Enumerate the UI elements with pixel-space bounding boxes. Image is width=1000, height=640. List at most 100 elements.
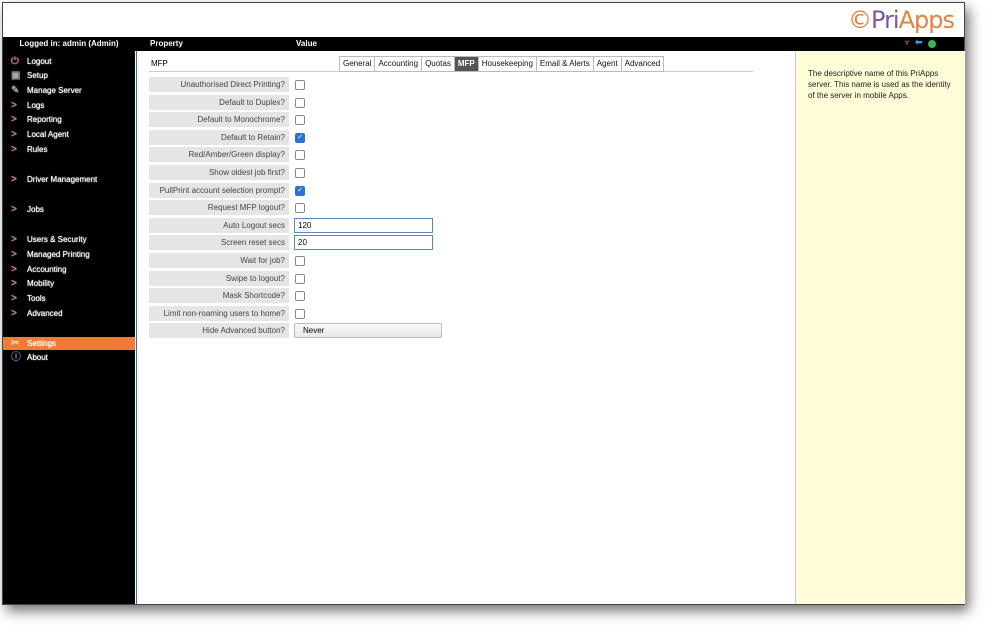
sidebar: Logged in: admin (Admin) ⏻ Logout ▣ Setup ✎ M… [3,37,135,604]
section-title: MFP [151,59,168,68]
sidebar-item-accounting[interactable]: > Accounting [3,263,135,276]
setting-label: PullPrint account selection prompt? [149,182,289,198]
sidebar-item-label: Rules [27,145,48,154]
tab-quotas[interactable]: Quotas [421,56,454,72]
setting-label: Swipe to logout? [149,270,289,286]
chevron-right-icon: > [11,100,17,111]
setting-label: Show oldest job first? [149,165,289,180]
tab-housekeeping[interactable]: Housekeeping [477,56,536,72]
sidebar-item-logout[interactable]: ⏻ Logout [3,55,135,68]
property-column-header: Property [150,39,183,48]
tab-advanced[interactable]: Advanced [620,56,665,72]
setting-select[interactable]: Never [294,323,442,339]
sidebar-item-setup[interactable]: ▣ Setup [3,69,135,82]
chevron-right-icon: > [11,234,17,245]
power-icon: ⏻ [11,56,19,67]
sidebar-item-about[interactable]: ⓘ About [3,351,135,364]
setting-checkbox[interactable] [295,256,305,266]
sidebar-item-label: Reporting [27,115,62,124]
chevron-right-icon: > [11,278,17,289]
sidebar-item-users-security[interactable]: > Users & Security [3,233,135,246]
setting-label: Default to Duplex? [149,94,289,110]
sidebar-item-label: Managed Printing [27,250,90,259]
sidebar-item-local-agent[interactable]: > Local Agent [3,128,135,141]
setting-label: Red/Amber/Green display? [149,147,289,163]
setting-label: Unauthorised Direct Printing? [149,77,289,92]
sidebar-item-label: Settings [27,339,56,348]
tab-accounting[interactable]: Accounting [374,56,422,72]
sidebar-item-label: Driver Management [27,175,98,184]
setting-label: Request MFP logout? [149,200,289,216]
sidebar-item-label: Advanced [27,309,63,318]
sidebar-item-logs[interactable]: > Logs [3,99,135,112]
help-text: The descriptive name of this PriApps ser… [808,69,951,100]
header: ©PriApps [3,3,964,37]
sidebar-item-label: Accounting [27,265,67,274]
sidebar-item-label: Logout [27,57,52,66]
collapse-icon[interactable]: ▿ [905,38,909,47]
setting-label: Limit non-roaming users to home? [149,305,289,321]
status-ok-icon [928,40,936,48]
sidebar-item-mobility[interactable]: > Mobility [3,277,135,290]
edit-icon: ✎ [11,85,20,96]
setting-input[interactable]: 120 [294,217,433,233]
tab-general[interactable]: General [339,56,375,72]
logged-in-label: Logged in: admin (Admin) [19,39,119,48]
setting-checkbox[interactable] [295,168,305,178]
priapps-logo: ©PriApps [848,6,955,34]
sidebar-item-label: Local Agent [27,130,69,139]
chevron-right-icon: > [11,264,17,275]
sidebar-item-label: Logs [27,101,45,110]
sidebar-item-manage-server[interactable]: ✎ Manage Server [3,84,135,97]
tab-email-alerts[interactable]: Email & Alerts [535,56,593,72]
sidebar-item-driver-management[interactable]: > Driver Management [3,173,135,186]
setting-label: Wait for job? [149,253,289,268]
sidebar-item-jobs[interactable]: > Jobs [3,203,135,216]
value-column-header: Value [296,39,317,48]
setting-label: Mask Shortcode? [149,288,289,304]
setting-label: Default to Retain? [149,129,289,145]
setting-checkbox[interactable] [295,115,305,126]
sidebar-item-label: Jobs [27,205,44,214]
sidebar-item-advanced[interactable]: > Advanced [3,307,135,320]
chevron-right-icon: > [11,293,17,304]
setting-label: Default to Monochrome? [149,112,289,128]
tab-agent[interactable]: Agent [592,56,621,72]
setting-checkbox[interactable]: ✓ [295,185,305,196]
help-panel: The descriptive name of this PriApps ser… [795,51,965,604]
setting-label: Auto Logout secs [149,217,289,233]
sidebar-item-label: Setup [27,71,48,80]
sidebar-item-reporting[interactable]: > Reporting [3,113,135,126]
sidebar-item-label: Users & Security [27,235,87,244]
info-icon: ⓘ [11,352,21,363]
sidebar-item-label: Manage Server [27,86,82,95]
sidebar-item-tools[interactable]: > Tools [3,292,135,305]
column-header-bar: Property Value ▿ ⬅ [3,37,964,51]
setting-checkbox[interactable] [295,203,305,214]
back-arrow-icon[interactable]: ⬅ [915,37,923,48]
chevron-right-icon: > [11,144,17,155]
sidebar-item-label: Tools [27,294,46,303]
setting-label: Hide Advanced button? [149,323,289,339]
tools-icon: ✂ [11,338,20,349]
sidebar-item-rules[interactable]: > Rules [3,143,135,156]
chevron-right-icon: > [11,129,17,140]
setting-checkbox[interactable]: ✓ [295,132,305,143]
setting-checkbox[interactable] [295,291,305,302]
setting-checkbox[interactable] [295,97,305,108]
main-panel: MFP General Accounting Quotas MFP Housekeepi… [136,51,796,604]
sidebar-item-label: Mobility [27,279,55,288]
settings-tabs: General Accounting Quotas MFP Housekeeping Em… [339,56,665,72]
setting-input[interactable]: 20 [294,235,433,251]
printer-icon: ▣ [11,70,21,81]
setting-checkbox[interactable] [295,150,305,161]
setting-checkbox[interactable] [295,308,305,319]
chevron-right-icon: > [11,249,17,260]
chevron-right-icon: > [11,174,17,185]
sidebar-item-settings[interactable]: ✂ Settings [3,337,135,350]
setting-checkbox[interactable] [295,80,305,90]
setting-label: Screen reset secs [149,235,289,251]
sidebar-item-managed-printing[interactable]: > Managed Printing [3,248,135,261]
setting-checkbox[interactable] [295,273,305,284]
tab-mfp[interactable]: MFP [453,56,478,72]
